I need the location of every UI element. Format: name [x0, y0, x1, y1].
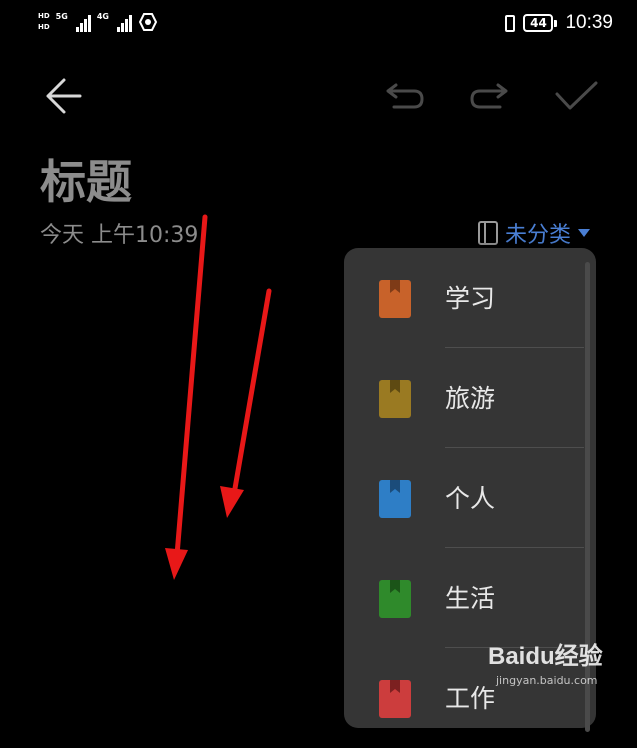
- watermark-logo: Baidu经验: [488, 643, 603, 670]
- watermark: Baidu经验 jingyan.baidu.com: [488, 636, 628, 692]
- annotation-arrows: [165, 214, 272, 580]
- arrow-head: [165, 548, 188, 580]
- annotation-arrow: [174, 214, 208, 558]
- watermark-url: jingyan.baidu.com: [496, 674, 598, 687]
- annotation-arrow: [230, 288, 272, 503]
- arrow-head: [220, 486, 244, 518]
